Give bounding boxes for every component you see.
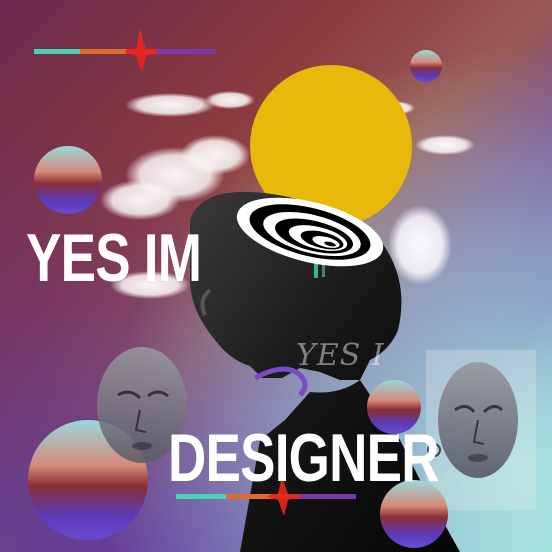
- poster-artwork: YES I YES IM DESIGNER: [0, 0, 552, 552]
- gothic-watermark-text: YES I: [296, 338, 385, 373]
- headline-top: YES IM: [26, 220, 202, 296]
- headline-bottom: DESIGNER: [168, 420, 440, 496]
- top-stripe: [34, 28, 216, 72]
- ghanaian-mask-right-icon: [426, 350, 536, 510]
- orb-left: [34, 146, 102, 214]
- orb-small-top: [410, 50, 442, 82]
